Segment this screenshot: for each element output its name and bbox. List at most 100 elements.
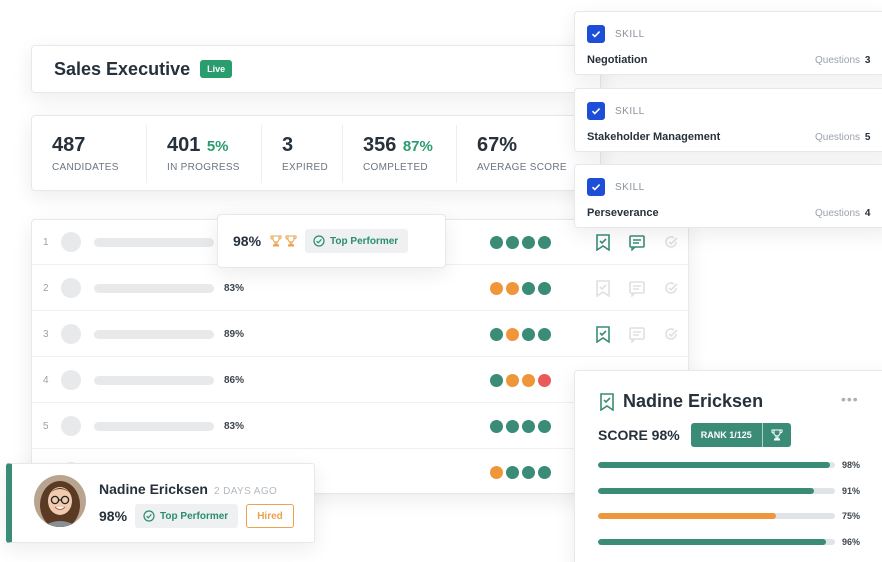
check-refresh-icon[interactable] bbox=[662, 279, 680, 297]
message-icon[interactable] bbox=[628, 325, 646, 343]
skill-check-icon bbox=[587, 25, 605, 43]
skill-dot bbox=[538, 328, 551, 341]
score-bar-value: 98% bbox=[842, 460, 861, 470]
check-refresh-icon[interactable] bbox=[662, 233, 680, 251]
skill-dot bbox=[490, 328, 503, 341]
avatar bbox=[61, 370, 81, 390]
skill-dot bbox=[538, 420, 551, 433]
row-score: 89% bbox=[224, 329, 245, 340]
candidate-name-placeholder bbox=[94, 284, 214, 293]
skill-name: Negotiation bbox=[587, 54, 648, 66]
avatar bbox=[61, 416, 81, 436]
score-bar-track bbox=[598, 538, 835, 545]
stat-expired[interactable]: 3 EXPIRED bbox=[262, 125, 343, 183]
skill-dot bbox=[506, 466, 519, 479]
score-bar-fill bbox=[598, 487, 814, 494]
stat-average-score[interactable]: 67% AVERAGE SCORE bbox=[457, 125, 587, 183]
hired-time-ago: 2 DAYS AGO bbox=[213, 486, 278, 497]
stat-value: 67% bbox=[477, 134, 518, 156]
stat-value: 356 bbox=[363, 134, 397, 156]
hired-status-badge[interactable]: Hired bbox=[246, 504, 294, 528]
table-row[interactable]: 3 89% bbox=[32, 311, 690, 357]
row-score: 83% bbox=[224, 421, 245, 432]
skill-questions: Questions 4 bbox=[815, 208, 871, 219]
bookmark-check-icon bbox=[600, 392, 614, 411]
skill-dot bbox=[522, 328, 535, 341]
candidate-photo bbox=[34, 475, 86, 527]
skill-dots bbox=[490, 374, 551, 387]
score-bar-fill bbox=[598, 513, 776, 519]
skill-name: Stakeholder Management bbox=[587, 131, 721, 143]
skill-dot bbox=[490, 236, 503, 249]
job-title-bar: Sales Executive Live bbox=[31, 45, 601, 93]
trophy-icon bbox=[285, 235, 297, 247]
skill-dot bbox=[490, 466, 503, 479]
skill-dot bbox=[506, 282, 519, 295]
skill-dot bbox=[538, 374, 551, 387]
stat-label: AVERAGE SCORE bbox=[477, 162, 567, 173]
bookmark-check-icon[interactable] bbox=[594, 325, 612, 343]
score-bar-track bbox=[598, 487, 835, 494]
stat-percent: 87% bbox=[402, 138, 433, 155]
skill-dot bbox=[490, 420, 503, 433]
stat-value: 401 bbox=[167, 134, 201, 156]
avatar bbox=[61, 278, 81, 298]
message-icon[interactable] bbox=[628, 279, 646, 297]
stat-percent: 5% bbox=[206, 138, 229, 155]
stat-label: EXPIRED bbox=[282, 162, 329, 173]
score-bar: 96% bbox=[598, 537, 868, 547]
rank-label: RANK 1/125 bbox=[700, 430, 752, 440]
skill-dots bbox=[490, 328, 551, 341]
skill-dot bbox=[490, 374, 503, 387]
skill-dot bbox=[506, 374, 519, 387]
skill-dot bbox=[490, 282, 503, 295]
skill-dot bbox=[522, 236, 535, 249]
row-rank: 3 bbox=[43, 329, 49, 340]
score-bar-value: 75% bbox=[842, 511, 861, 521]
top-performer-badge: Top Performer bbox=[135, 504, 239, 528]
table-row[interactable]: 2 83% bbox=[32, 265, 690, 311]
score-bar: 75% bbox=[598, 511, 868, 521]
skill-dots bbox=[490, 236, 551, 249]
check-circle-icon bbox=[143, 510, 155, 522]
score-bar-value: 91% bbox=[842, 485, 861, 496]
skill-dot bbox=[538, 236, 551, 249]
skill-questions: Questions 3 bbox=[815, 55, 871, 66]
job-title: Sales Executive bbox=[54, 58, 191, 79]
score-bar-value: 96% bbox=[842, 536, 861, 547]
skill-check-icon bbox=[587, 178, 605, 196]
candidate-name-placeholder bbox=[94, 376, 214, 385]
skill-card-stakeholder-management[interactable]: SKILL Stakeholder Management Questions 5 bbox=[574, 88, 882, 152]
bookmark-check-icon[interactable] bbox=[594, 279, 612, 297]
skill-dots bbox=[490, 420, 551, 433]
candidate-score-popup: 98% Top Performer bbox=[217, 214, 446, 268]
score-bar: 98% bbox=[598, 460, 868, 470]
score-bar-track bbox=[598, 462, 835, 468]
trophy-icon bbox=[761, 423, 791, 447]
live-status-badge: Live bbox=[200, 60, 233, 78]
profile-score: SCORE 98% bbox=[598, 427, 680, 443]
skill-dot bbox=[522, 420, 535, 433]
rank-badge: RANK 1/125 bbox=[690, 423, 791, 447]
stat-candidates[interactable]: 487 CANDIDATES bbox=[32, 125, 147, 183]
skill-check-icon bbox=[587, 102, 605, 120]
skill-card-negotiation[interactable]: SKILL Negotiation Questions 3 bbox=[574, 11, 882, 75]
skill-questions: Questions 5 bbox=[815, 132, 871, 143]
more-options-icon[interactable]: ••• bbox=[841, 391, 859, 407]
score-bar-fill bbox=[598, 538, 826, 545]
stat-in-progress[interactable]: 401 5% IN PROGRESS bbox=[147, 125, 262, 183]
top-performer-badge: Top Performer bbox=[305, 229, 409, 253]
stat-completed[interactable]: 356 87% COMPLETED bbox=[343, 125, 457, 183]
profile-name: Nadine Ericksen bbox=[623, 391, 764, 411]
message-icon[interactable] bbox=[628, 233, 646, 251]
skill-dot bbox=[506, 328, 519, 341]
skill-dot bbox=[538, 282, 551, 295]
bookmark-check-icon[interactable] bbox=[594, 233, 612, 251]
top-performer-label: Top Performer bbox=[160, 510, 229, 522]
score-bar-track bbox=[598, 513, 835, 519]
skill-dot bbox=[538, 466, 551, 479]
check-refresh-icon[interactable] bbox=[662, 325, 680, 343]
skill-card-perseverance[interactable]: SKILL Perseverance Questions 4 bbox=[574, 164, 882, 228]
hired-candidate-card[interactable]: Nadine Ericksen 2 DAYS AGO 98% Top Perfo… bbox=[6, 463, 315, 543]
skill-dot bbox=[522, 466, 535, 479]
